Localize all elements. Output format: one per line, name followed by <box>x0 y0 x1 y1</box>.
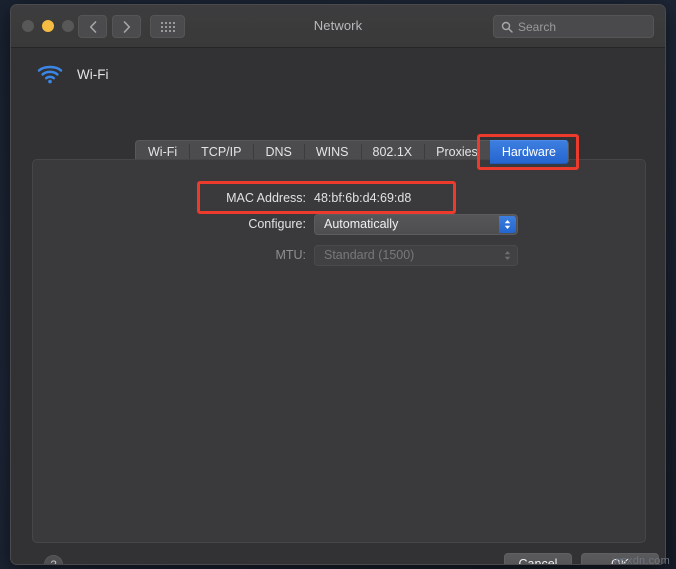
mtu-row: MTU: Standard (1500) <box>199 244 518 266</box>
configure-select[interactable]: Automatically <box>314 213 518 235</box>
mac-address-label: MAC Address: <box>226 191 306 205</box>
window-titlebar: Network Search <box>11 5 665 48</box>
configure-label: Configure: <box>248 217 306 231</box>
mtu-select: Standard (1500) <box>314 244 518 266</box>
network-preferences-window: Network Search Wi-Fi Wi-Fi TCP/IP DNS WI… <box>10 4 666 565</box>
mtu-value: Standard (1500) <box>324 248 415 262</box>
mac-address-row: MAC Address: 48:bf:6b:d4:69:d8 <box>199 187 411 209</box>
mac-address-value: 48:bf:6b:d4:69:d8 <box>314 191 412 205</box>
tab-hardware[interactable]: Hardware <box>489 140 569 164</box>
search-input[interactable]: Search <box>493 15 654 38</box>
cancel-button[interactable]: Cancel <box>504 553 572 564</box>
help-button[interactable]: ? <box>44 555 63 564</box>
configure-value: Automatically <box>324 217 399 231</box>
chevron-updown-icon <box>499 247 516 264</box>
window-body: Wi-Fi Wi-Fi TCP/IP DNS WINS 802.1X Proxi… <box>11 48 665 564</box>
configure-row: Configure: Automatically <box>199 213 518 235</box>
mtu-label: MTU: <box>275 248 306 262</box>
service-header: Wi-Fi <box>37 64 108 84</box>
service-name: Wi-Fi <box>77 66 109 82</box>
search-placeholder: Search <box>518 19 557 34</box>
wifi-icon <box>37 65 63 84</box>
desktop-backdrop: Network Search Wi-Fi Wi-Fi TCP/IP DNS WI… <box>0 0 676 569</box>
watermark: wsxdn.com <box>613 555 670 567</box>
chevron-updown-icon <box>499 215 516 233</box>
search-icon <box>501 21 513 33</box>
